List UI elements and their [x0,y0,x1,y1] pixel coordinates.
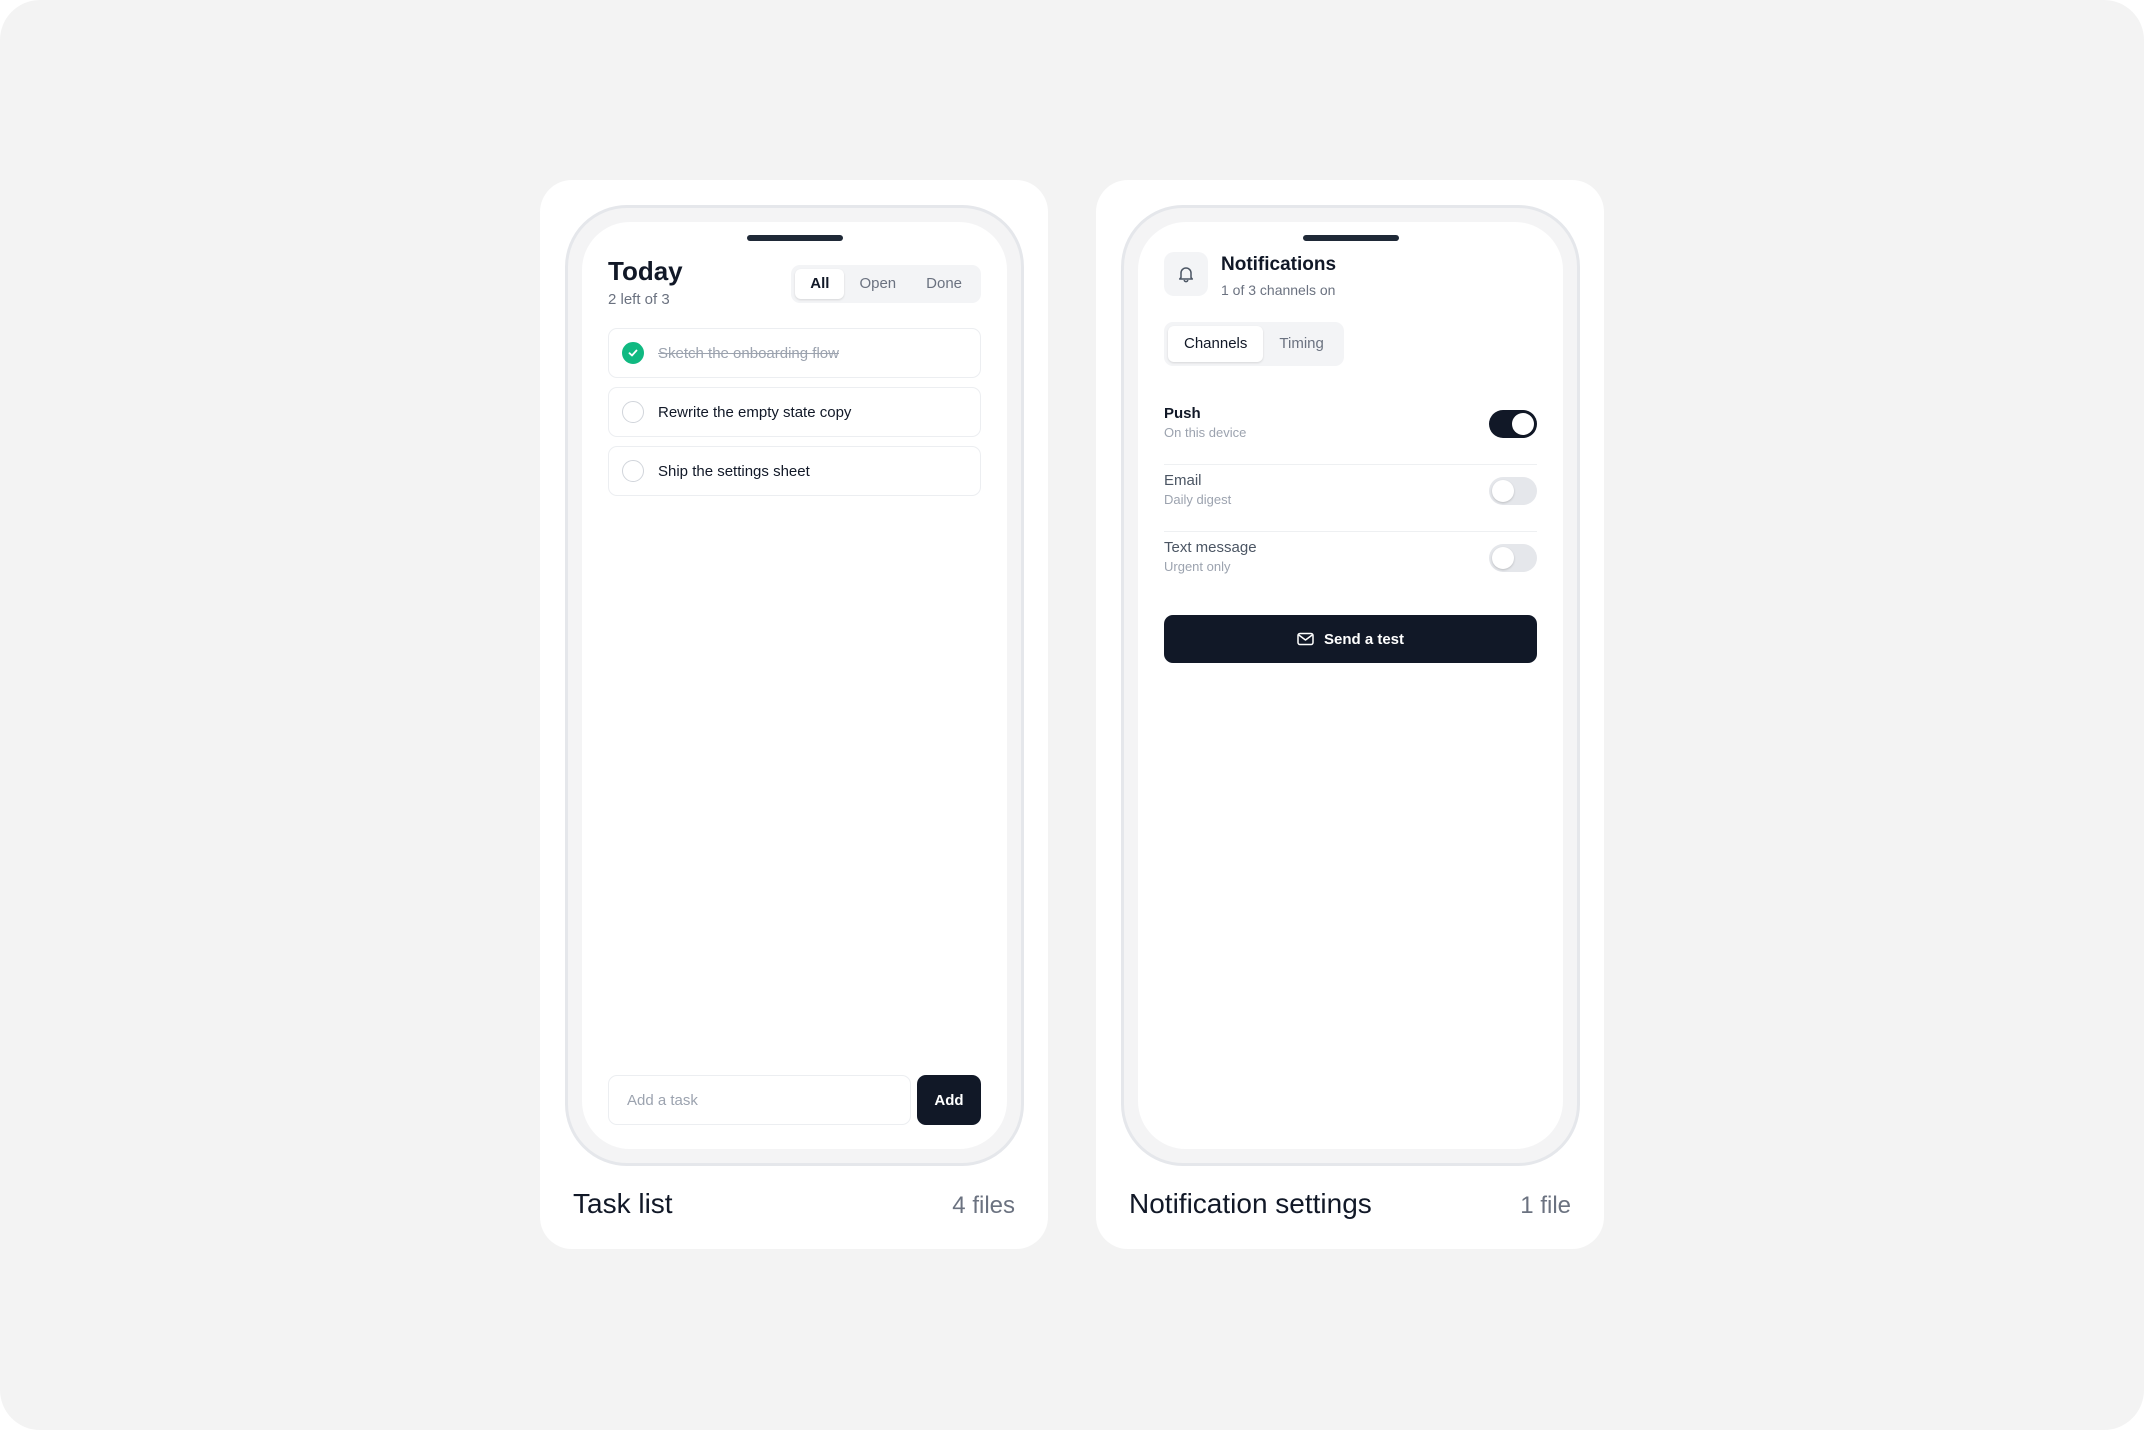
filter-all[interactable]: All [795,269,845,299]
task-item[interactable]: Rewrite the empty state copy [608,387,981,437]
channel-row-push: Push On this device [1164,398,1537,465]
notifications-header: Notifications 1 of 3 channels on [1164,252,1336,298]
page-subtitle: 1 of 3 channels on [1221,282,1336,298]
bell-glyph-icon [1178,267,1194,283]
file-count: 1 file [1520,1192,1571,1219]
task-item[interactable]: Sketch the onboarding flow [608,328,981,378]
checkmark-icon [628,349,638,357]
card-title: Task list [573,1188,673,1219]
empty-circle-icon[interactable] [622,401,644,423]
channel-description: On this device [1164,425,1247,440]
task-item[interactable]: Ship the settings sheet [608,446,981,496]
filter-open[interactable]: Open [844,269,911,299]
card-footer: Notification settings 1 file [1129,1188,1571,1220]
filter-segmented-control: All Open Done [791,265,981,303]
filter-done[interactable]: Done [911,269,977,299]
tab-channels[interactable]: Channels [1168,326,1264,362]
tab-timing[interactable]: Timing [1263,326,1339,362]
page-title: Notifications [1221,254,1337,275]
task-label: Rewrite the empty state copy [658,403,852,421]
card-title: Notification settings [1129,1188,1372,1219]
phone-frame: Notifications 1 of 3 channels on Channel… [1121,205,1580,1166]
channel-name: Text message [1164,539,1257,556]
page-subtitle: 2 left of 3 [608,291,670,308]
text-message-toggle[interactable] [1489,544,1537,572]
file-count: 4 files [952,1192,1015,1219]
channel-name: Push [1164,405,1201,422]
phone-screen: Notifications 1 of 3 channels on Channel… [1138,222,1563,1149]
phone-frame: Today 2 left of 3 All Open Done Sketch t… [565,205,1024,1166]
phone-screen: Today 2 left of 3 All Open Done Sketch t… [582,222,1007,1149]
task-list: Sketch the onboarding flow Rewrite the e… [608,328,981,505]
empty-circle-icon[interactable] [622,460,644,482]
task-label: Sketch the onboarding flow [658,344,839,362]
page-title: Today [608,256,683,286]
channel-name: Email [1164,472,1202,489]
channel-row-text-message: Text message Urgent only [1164,532,1537,599]
phone-notch [1302,235,1399,241]
phone-notch [746,235,843,241]
toggle-knob [1492,480,1514,502]
task-header: Today 2 left of 3 [608,256,683,308]
notification-settings-card[interactable]: Notifications 1 of 3 channels on Channel… [1096,180,1604,1249]
send-test-label: Send a test [1323,630,1405,648]
channel-row-email: Email Daily digest [1164,465,1537,532]
settings-tabs: Channels Timing [1164,322,1344,366]
email-toggle[interactable] [1489,477,1537,505]
toggle-knob [1492,547,1514,569]
channel-description: Daily digest [1164,492,1232,507]
channel-list: Push On this device Email Daily digest T… [1164,398,1537,599]
send-test-button[interactable]: Send a test [1164,615,1537,663]
bell-icon [1164,252,1208,296]
add-task-input[interactable] [608,1075,911,1125]
mail-icon [1297,632,1314,646]
push-toggle[interactable] [1489,410,1537,438]
task-list-card[interactable]: Today 2 left of 3 All Open Done Sketch t… [540,180,1048,1249]
card-footer: Task list 4 files [573,1188,1015,1220]
toggle-knob [1512,413,1534,435]
canvas: Today 2 left of 3 All Open Done Sketch t… [0,0,2144,1430]
task-label: Ship the settings sheet [658,462,810,480]
channel-description: Urgent only [1164,559,1231,574]
add-task-button[interactable]: Add [917,1075,981,1125]
check-circle-icon[interactable] [622,342,644,364]
